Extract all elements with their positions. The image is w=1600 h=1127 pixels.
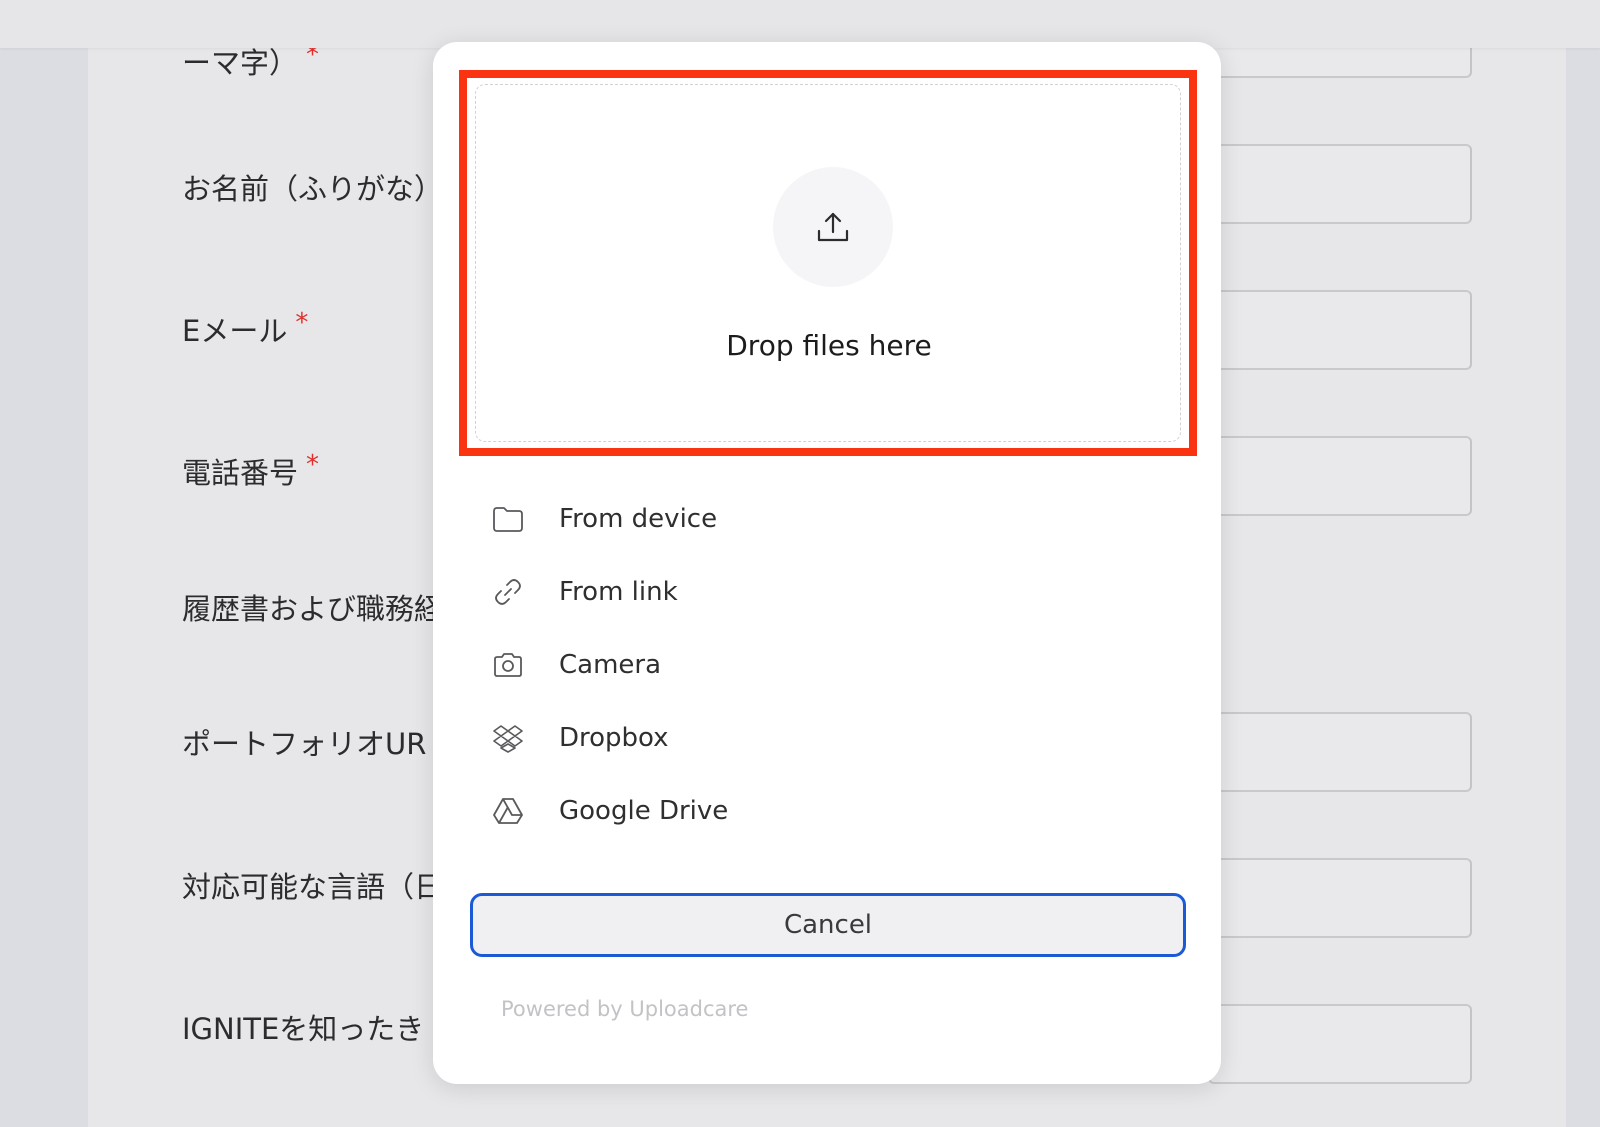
source-label: Camera — [559, 649, 662, 680]
source-list: From device From link Camera Dropbox Goo… — [491, 482, 1191, 847]
link-icon — [491, 575, 525, 609]
source-from-device[interactable]: From device — [491, 482, 1191, 555]
languages-input[interactable] — [1208, 858, 1472, 938]
label-text: IGNITEを知ったき — [182, 1012, 425, 1046]
right-gutter — [1566, 48, 1600, 1127]
label-text: Eメール — [182, 314, 288, 348]
form-label-name-furigana: お名前（ふりがな） — [182, 166, 443, 208]
upload-dialog: Drop files here From device From link Ca… — [433, 42, 1221, 1084]
cancel-button[interactable]: Cancel — [470, 893, 1186, 957]
form-label-languages: 対応可能な言語（日 — [182, 864, 443, 906]
label-text: 電話番号 — [182, 456, 299, 490]
top-bar — [0, 0, 1600, 48]
form-label-referral: IGNITEを知ったき — [182, 1006, 424, 1048]
folder-icon — [491, 502, 525, 536]
name-furigana-input[interactable] — [1208, 144, 1472, 224]
portfolio-url-input[interactable] — [1208, 712, 1472, 792]
form-label-phone: 電話番号 * — [182, 450, 319, 492]
dropzone[interactable]: Drop files here — [475, 84, 1181, 442]
source-from-link[interactable]: From link — [491, 555, 1191, 628]
label-text: ーマ字） — [182, 46, 299, 80]
referral-input[interactable] — [1208, 1004, 1472, 1084]
upload-icon-circle — [773, 167, 893, 287]
form-label-resume: 履歴書および職務経 — [182, 586, 443, 628]
powered-by-link[interactable]: Powered by Uploadcare — [501, 997, 748, 1021]
label-text: 履歴書および職務経 — [182, 592, 444, 626]
google-drive-icon — [491, 794, 525, 828]
left-gutter — [0, 48, 88, 1127]
drop-files-title: Drop files here — [726, 329, 932, 362]
source-google-drive[interactable]: Google Drive — [491, 774, 1191, 847]
camera-icon — [491, 648, 525, 682]
label-text: お名前（ふりがな） — [182, 172, 444, 206]
required-asterisk: * — [295, 308, 309, 338]
dropbox-icon — [491, 721, 525, 755]
label-text: 対応可能な言語（日 — [182, 870, 444, 904]
source-label: Dropbox — [559, 722, 669, 753]
source-label: Google Drive — [559, 795, 729, 826]
form-label-email: Eメール * — [182, 308, 308, 350]
source-dropbox[interactable]: Dropbox — [491, 701, 1191, 774]
form-label-portfolio-url: ポートフォリオUR — [182, 721, 426, 763]
source-label: From device — [559, 503, 718, 534]
upload-icon — [817, 212, 849, 242]
phone-input[interactable] — [1208, 436, 1472, 516]
required-asterisk: * — [306, 450, 320, 480]
email-input[interactable] — [1208, 290, 1472, 370]
label-text: ポートフォリオUR — [182, 727, 427, 761]
source-label: From link — [559, 576, 678, 607]
source-camera[interactable]: Camera — [491, 628, 1191, 701]
dropzone-highlight: Drop files here — [459, 70, 1197, 456]
